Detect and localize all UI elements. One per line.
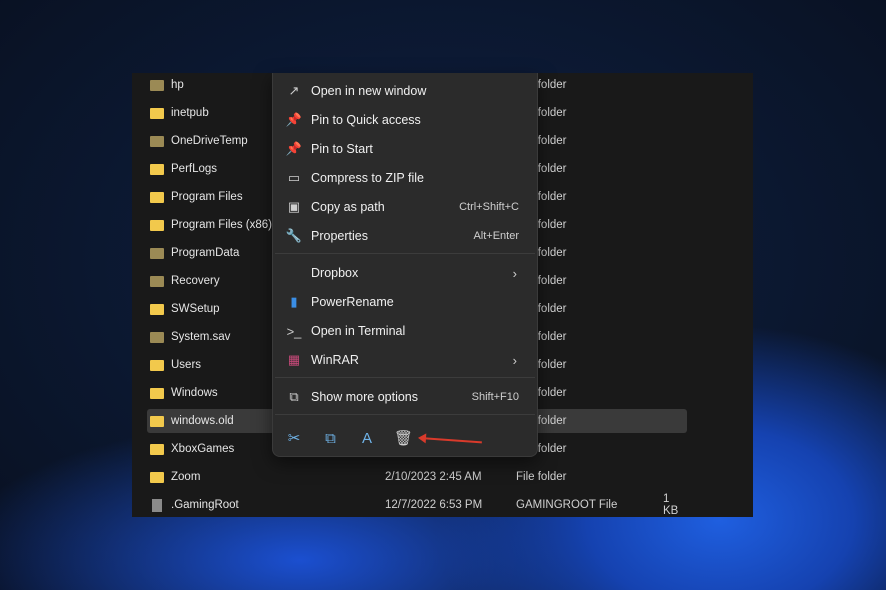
file-name: .GamingRoot <box>171 499 239 511</box>
pin-icon: 📌 <box>285 141 303 156</box>
rename-icon: A <box>361 429 372 447</box>
menu-item-label: PowerRename <box>311 295 394 309</box>
menu-item-shortcut: Ctrl+Shift+C <box>459 201 519 213</box>
menu-item-label: Dropbox <box>311 266 359 280</box>
show-more-icon: ⧉ <box>289 389 299 404</box>
folder-icon <box>150 303 164 315</box>
folder-icon <box>150 275 164 287</box>
menu-item-label: Open in Terminal <box>311 324 406 338</box>
wrench-icon: 🔧 <box>285 228 303 243</box>
file-type: GAMINGROOT File <box>516 499 618 511</box>
chevron-right-icon: › <box>512 265 517 281</box>
context-menu: ↗ Open in new window 📌 Pin to Quick acce… <box>272 73 538 457</box>
menu-item-label: Show more options <box>311 390 419 404</box>
menu-item-powerrename[interactable]: ▮ PowerRename <box>278 289 533 315</box>
cut-button[interactable]: ✂ <box>283 427 305 449</box>
file-name: inetpub <box>171 107 209 119</box>
file-name: PerfLogs <box>171 163 218 175</box>
menu-item-properties[interactable]: 🔧 Properties Alt+Enter <box>278 223 533 249</box>
menu-separator <box>275 414 535 415</box>
folder-icon <box>150 163 164 175</box>
file-name: Zoom <box>171 471 201 483</box>
chevron-right-icon: › <box>512 352 517 368</box>
pin-icon: 📌 <box>285 112 303 127</box>
menu-item-shortcut: Shift+F10 <box>471 391 519 403</box>
open-new-window-icon: ↗ <box>288 83 300 98</box>
terminal-icon: >_ <box>286 323 302 339</box>
folder-icon <box>150 331 164 343</box>
delete-button[interactable]: 🗑 <box>393 427 415 449</box>
menu-separator <box>275 253 535 254</box>
menu-item-label: Copy as path <box>311 200 385 214</box>
file-name: Windows <box>171 387 218 399</box>
folder-icon <box>150 471 164 483</box>
folder-icon <box>150 247 164 259</box>
copy-path-icon: ▣ <box>287 199 301 214</box>
file-name: windows.old <box>171 415 234 427</box>
file-row[interactable]: .GamingRoot 12/7/2022 6:53 PM GAMINGROOT… <box>147 493 687 517</box>
copy-button[interactable]: ⧉ <box>320 427 342 449</box>
file-name: System.sav <box>171 331 231 343</box>
menu-item-dropbox[interactable]: Dropbox › <box>278 260 533 286</box>
folder-icon <box>150 415 164 427</box>
file-name: Recovery <box>171 275 220 287</box>
blank-icon <box>286 265 302 281</box>
file-name: hp <box>171 79 184 91</box>
folder-icon <box>150 387 164 399</box>
folder-icon <box>150 135 164 147</box>
folder-icon <box>150 191 164 203</box>
file-row[interactable]: Zoom 2/10/2023 2:45 AM File folder <box>147 465 687 489</box>
menu-item-pin-to-quick-access[interactable]: 📌 Pin to Quick access <box>278 107 533 133</box>
folder-icon <box>150 359 164 371</box>
folder-icon <box>150 79 164 91</box>
menu-item-show-more-options[interactable]: ⧉ Show more options Shift+F10 <box>278 384 533 410</box>
zip-icon: ▭ <box>287 170 301 185</box>
file-size: 1 KB <box>663 493 679 517</box>
folder-icon <box>150 219 164 231</box>
copy-icon: ⧉ <box>325 429 336 447</box>
file-name: XboxGames <box>171 443 235 455</box>
file-date: 12/7/2022 6:53 PM <box>385 499 483 511</box>
rename-button[interactable]: A <box>356 427 378 449</box>
file-icon <box>152 498 162 512</box>
trash-icon: 🗑 <box>393 430 414 447</box>
menu-item-label: Pin to Quick access <box>311 113 421 127</box>
folder-icon <box>150 107 164 119</box>
menu-item-label: Compress to ZIP file <box>311 171 425 185</box>
file-name: Program Files (x86) <box>171 219 272 231</box>
file-name: Users <box>171 359 202 371</box>
menu-item-open-in-new-window[interactable]: ↗ Open in new window <box>278 78 533 104</box>
winrar-icon: ▦ <box>287 352 301 367</box>
menu-item-open-in-terminal[interactable]: >_ Open in Terminal <box>278 318 533 344</box>
file-name: OneDriveTemp <box>171 135 248 147</box>
menu-item-label: Pin to Start <box>311 142 373 156</box>
menu-item-label: WinRAR <box>311 353 359 367</box>
menu-item-winrar[interactable]: ▦ WinRAR › <box>278 347 533 373</box>
menu-separator <box>275 377 535 378</box>
file-date: 2/10/2023 2:45 AM <box>385 471 482 483</box>
file-type: File folder <box>516 471 567 483</box>
menu-item-compress-to-zip-file[interactable]: ▭ Compress to ZIP file <box>278 165 533 191</box>
menu-item-pin-to-start[interactable]: 📌 Pin to Start <box>278 136 533 162</box>
file-name: SWSetup <box>171 303 220 315</box>
powerrename-icon: ▮ <box>290 294 298 309</box>
menu-item-shortcut: Alt+Enter <box>473 230 519 242</box>
file-name: ProgramData <box>171 247 240 259</box>
scissors-icon: ✂ <box>287 430 301 447</box>
folder-icon <box>150 443 164 455</box>
menu-item-label: Properties <box>311 229 368 243</box>
menu-item-copy-as-path[interactable]: ▣ Copy as path Ctrl+Shift+C <box>278 194 533 220</box>
menu-item-label: Open in new window <box>311 84 427 98</box>
file-name: Program Files <box>171 191 243 203</box>
